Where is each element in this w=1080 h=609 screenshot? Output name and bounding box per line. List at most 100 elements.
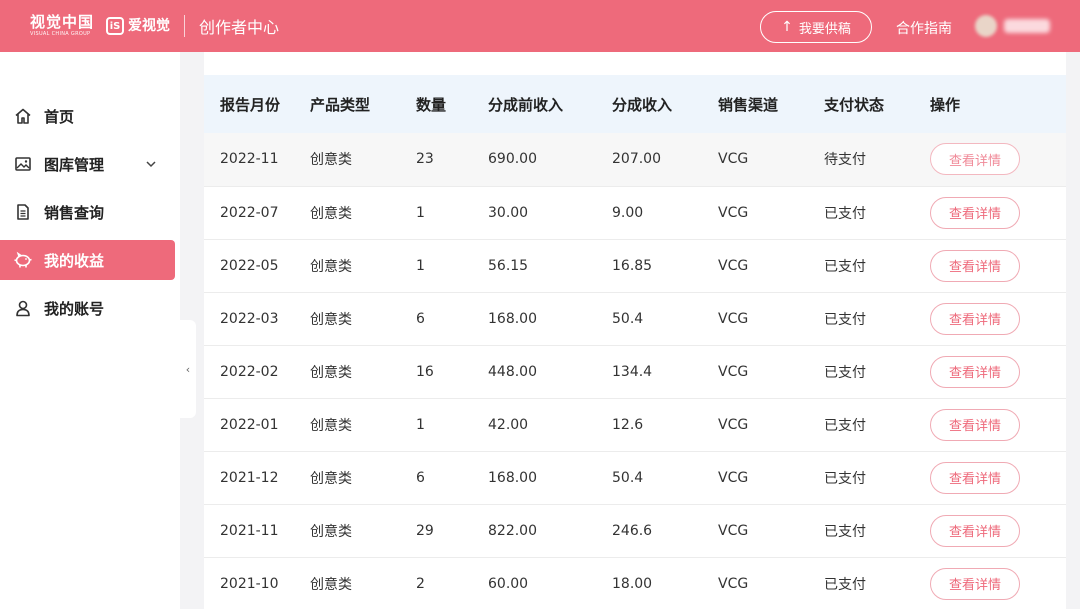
chevron-down-icon	[146, 158, 156, 171]
sidebar-item-sales[interactable]: 销售查询	[0, 192, 175, 232]
cell-quantity: 23	[416, 133, 488, 187]
view-details-button[interactable]: 查看详情	[930, 249, 1020, 282]
sidebar-item-earnings[interactable]: 我的收益	[0, 240, 175, 280]
table-row: 2022-05 创意类 1 56.15 16.85 VCG 已支付 查看详情	[204, 239, 1066, 293]
cell-month: 2022-05	[204, 239, 310, 293]
cell-actions: 查看详情	[930, 186, 1066, 240]
cooperation-guide-link[interactable]: 合作指南	[896, 18, 952, 38]
cell-share-income: 18.00	[612, 557, 718, 609]
sidebar-item-label: 销售查询	[44, 203, 105, 222]
home-icon	[13, 107, 33, 125]
cell-share-income: 12.6	[612, 398, 718, 452]
ashi-logo-icon: iS	[106, 17, 125, 35]
cell-share-income: 246.6	[612, 504, 718, 558]
cell-payment-status: 已支付	[824, 557, 930, 609]
cell-pre-share-income: 168.00	[488, 292, 612, 346]
cell-product-type: 创意类	[310, 239, 416, 293]
cell-channel: VCG	[718, 504, 824, 558]
earnings-panel: 报告月份 产品类型 数量 分成前收入 分成收入 销售渠道 支付状态 操作 202…	[204, 52, 1066, 609]
cell-month: 2021-10	[204, 557, 310, 609]
cell-channel: VCG	[718, 398, 824, 452]
cell-actions: 查看详情	[930, 239, 1066, 293]
sidebar-collapse-toggle[interactable]: ‹	[180, 320, 196, 418]
cell-quantity: 1	[416, 186, 488, 240]
view-details-button[interactable]: 查看详情	[930, 567, 1020, 600]
table-row: 2021-12 创意类 6 168.00 50.4 VCG 已支付 查看详情	[204, 451, 1066, 505]
table-row: 2022-07 创意类 1 30.00 9.00 VCG 已支付 查看详情	[204, 186, 1066, 240]
cell-actions: 查看详情	[930, 345, 1066, 399]
cell-channel: VCG	[718, 133, 824, 187]
cell-actions: 查看详情	[930, 292, 1066, 346]
cell-product-type: 创意类	[310, 451, 416, 505]
cell-pre-share-income: 822.00	[488, 504, 612, 558]
page-title: 创作者中心	[199, 18, 280, 37]
cell-share-income: 207.00	[612, 133, 718, 187]
view-details-button[interactable]: 查看详情	[930, 143, 1020, 176]
cell-share-income: 9.00	[612, 186, 718, 240]
cell-quantity: 29	[416, 504, 488, 558]
cell-quantity: 1	[416, 398, 488, 452]
cell-channel: VCG	[718, 345, 824, 399]
cell-payment-status: 已支付	[824, 186, 930, 240]
cell-quantity: 1	[416, 239, 488, 293]
cell-channel: VCG	[718, 451, 824, 505]
cell-pre-share-income: 42.00	[488, 398, 612, 452]
cell-month: 2021-12	[204, 451, 310, 505]
table-header-row: 报告月份 产品类型 数量 分成前收入 分成收入 销售渠道 支付状态 操作	[204, 75, 1066, 133]
cell-payment-status: 已支付	[824, 504, 930, 558]
submit-contribution-button[interactable]: ↑ 我要供稿	[760, 11, 872, 43]
sidebar-item-home[interactable]: 首页	[0, 96, 175, 136]
column-header-month: 报告月份	[220, 95, 281, 114]
column-header-quantity: 数量	[416, 95, 447, 114]
cell-month: 2022-01	[204, 398, 310, 452]
column-header-payment-status: 支付状态	[824, 95, 885, 114]
cell-pre-share-income: 56.15	[488, 239, 612, 293]
view-details-button[interactable]: 查看详情	[930, 408, 1020, 441]
sidebar-item-label: 图库管理	[44, 155, 105, 174]
cell-quantity: 6	[416, 292, 488, 346]
cell-month: 2022-07	[204, 186, 310, 240]
image-icon	[13, 155, 33, 173]
sidebar-item-label: 我的账号	[44, 299, 105, 318]
cell-product-type: 创意类	[310, 398, 416, 452]
user-icon	[13, 299, 33, 317]
cell-payment-status: 已支付	[824, 451, 930, 505]
cell-actions: 查看详情	[930, 133, 1066, 187]
table-row: 2021-10 创意类 2 60.00 18.00 VCG 已支付 查看详情	[204, 557, 1066, 609]
cell-payment-status: 待支付	[824, 133, 930, 187]
cell-month: 2022-03	[204, 292, 310, 346]
ashi-logo-text: 爱视觉	[128, 18, 171, 34]
ashi-logo[interactable]: iS 爱视觉	[106, 17, 170, 35]
avatar[interactable]	[975, 15, 997, 37]
chevron-left-icon: ‹	[185, 362, 191, 376]
table-row: 2022-03 创意类 6 168.00 50.4 VCG 已支付 查看详情	[204, 292, 1066, 346]
upload-arrow-icon: ↑	[781, 19, 793, 35]
cell-pre-share-income: 168.00	[488, 451, 612, 505]
column-header-share-income: 分成收入	[612, 95, 673, 114]
column-header-product-type: 产品类型	[310, 95, 371, 114]
sidebar: 首页 图库管理 销售查询 我的收益 我的账号	[0, 52, 180, 609]
cell-channel: VCG	[718, 186, 824, 240]
cell-quantity: 16	[416, 345, 488, 399]
cell-payment-status: 已支付	[824, 292, 930, 346]
cell-share-income: 134.4	[612, 345, 718, 399]
view-details-button[interactable]: 查看详情	[930, 461, 1020, 494]
cell-product-type: 创意类	[310, 557, 416, 609]
table-row: 2022-01 创意类 1 42.00 12.6 VCG 已支付 查看详情	[204, 398, 1066, 452]
cell-actions: 查看详情	[930, 557, 1066, 609]
user-name-blurred[interactable]	[1004, 19, 1050, 33]
cell-product-type: 创意类	[310, 292, 416, 346]
view-details-button[interactable]: 查看详情	[930, 302, 1020, 335]
sidebar-item-gallery[interactable]: 图库管理	[0, 144, 175, 184]
view-details-button[interactable]: 查看详情	[930, 514, 1020, 547]
sidebar-item-account[interactable]: 我的账号	[0, 288, 175, 328]
cell-share-income: 16.85	[612, 239, 718, 293]
view-details-button[interactable]: 查看详情	[930, 355, 1020, 388]
cell-share-income: 50.4	[612, 292, 718, 346]
cell-month: 2022-02	[204, 345, 310, 399]
header-divider	[184, 15, 186, 37]
view-details-button[interactable]: 查看详情	[930, 196, 1020, 229]
cell-pre-share-income: 60.00	[488, 557, 612, 609]
vcg-logo[interactable]: 视觉中国 VISUAL CHINA GROUP	[30, 15, 94, 37]
column-header-pre-share-income: 分成前收入	[488, 95, 564, 114]
